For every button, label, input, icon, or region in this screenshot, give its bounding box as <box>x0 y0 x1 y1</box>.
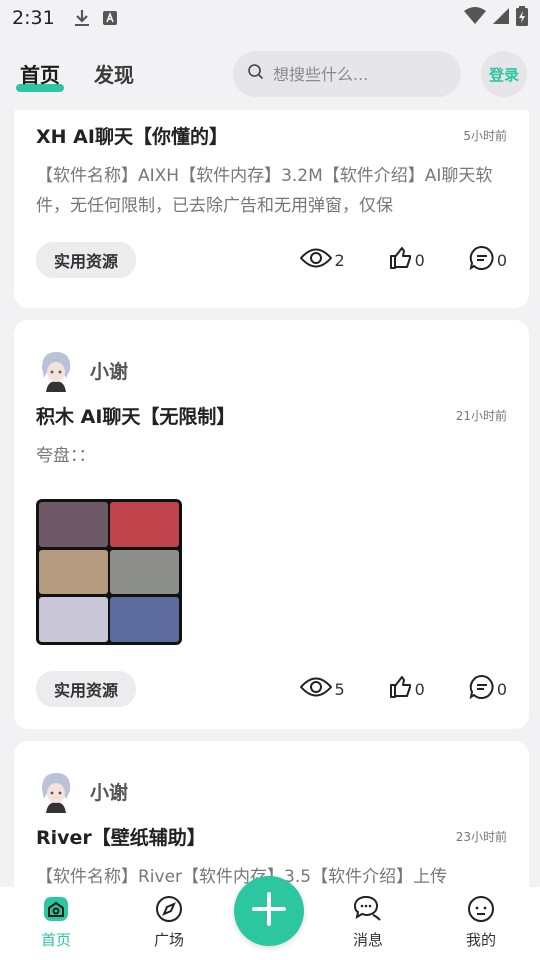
post-title: XH AI聊天【你懂的】 <box>36 126 228 148</box>
battery-icon <box>516 6 528 30</box>
tab-home[interactable]: 首页 <box>16 59 64 92</box>
create-post-button[interactable] <box>234 876 304 946</box>
view-count-value: 2 <box>334 250 345 270</box>
wifi-icon <box>464 7 486 29</box>
search-icon <box>247 63 265 85</box>
author-name: 小谢 <box>90 360 129 383</box>
status-time: 2:31 <box>12 7 55 29</box>
thumbs-up-icon <box>389 246 413 274</box>
author-name: 小谢 <box>90 781 129 804</box>
nav-home[interactable]: 首页 <box>26 895 86 950</box>
post-card[interactable]: XH AI聊天【你懂的】 5小时前 【软件名称】AIXH【软件内存】3.2M【软… <box>14 100 529 308</box>
nav-profile[interactable]: 我的 <box>451 895 511 950</box>
home-icon <box>42 895 70 927</box>
view-count: 5 <box>298 676 345 702</box>
nav-plaza[interactable]: 广场 <box>139 895 199 950</box>
post-author[interactable]: 小谢 <box>36 348 507 392</box>
like-button[interactable]: 0 <box>387 246 425 274</box>
compass-icon <box>155 895 183 927</box>
post-time: 23小时前 <box>455 830 507 844</box>
post-excerpt: 夸盘：： <box>36 446 96 466</box>
comment-button[interactable]: 0 <box>467 245 507 275</box>
post-tag[interactable]: 实用资源 <box>36 242 137 278</box>
post-time: 21小时前 <box>455 409 507 423</box>
comment-count-value: 0 <box>496 250 507 270</box>
thumbs-up-icon <box>389 675 413 703</box>
font-app-icon <box>102 10 118 26</box>
comment-button[interactable]: 0 <box>467 674 507 704</box>
comment-count-value: 0 <box>496 679 507 699</box>
search-input[interactable] <box>273 64 443 84</box>
view-count: 2 <box>298 247 345 273</box>
view-count-value: 5 <box>334 679 345 699</box>
like-count-value: 0 <box>414 679 425 699</box>
nav-messages[interactable]: 消息 <box>338 895 398 950</box>
eye-icon <box>300 676 333 702</box>
nav-home-label: 首页 <box>40 931 71 949</box>
tab-home-label: 首页 <box>20 62 60 87</box>
download-icon <box>74 9 90 27</box>
avatar[interactable] <box>36 348 76 392</box>
signal-icon <box>492 7 510 29</box>
status-bar: 2:31 <box>0 0 540 36</box>
tab-discover[interactable]: 发现 <box>94 59 134 88</box>
search-bar[interactable] <box>233 51 461 97</box>
chat-icon <box>353 895 383 927</box>
avatar[interactable] <box>36 769 76 813</box>
nav-profile-label: 我的 <box>465 931 496 949</box>
like-button[interactable]: 0 <box>387 675 425 703</box>
tab-discover-label: 发现 <box>94 62 134 87</box>
post-excerpt: 【软件名称】AIXH【软件内存】3.2M【软件介绍】AI聊天软件，无任何限制，已… <box>36 166 493 216</box>
post-image[interactable] <box>36 499 182 645</box>
login-button[interactable]: 登录 <box>481 51 527 97</box>
post-title: River【壁纸辅助】 <box>36 827 206 849</box>
post-title: 积木 AI聊天【无限制】 <box>36 406 236 428</box>
comment-icon <box>469 245 495 275</box>
post-time: 5小时前 <box>463 129 507 143</box>
plus-icon <box>251 891 287 931</box>
comment-icon <box>469 674 495 704</box>
nav-plaza-label: 广场 <box>153 931 184 949</box>
post-card[interactable]: 小谢 积木 AI聊天【无限制】 21小时前 夸盘：： 实用资源 5 0 0 <box>14 320 529 729</box>
eye-icon <box>300 247 333 273</box>
post-author[interactable]: 小谢 <box>36 769 507 813</box>
like-count-value: 0 <box>414 250 425 270</box>
profile-icon <box>467 895 495 927</box>
top-header: 首页 发现 登录 <box>0 36 540 110</box>
post-tag[interactable]: 实用资源 <box>36 671 137 707</box>
nav-messages-label: 消息 <box>352 931 383 949</box>
